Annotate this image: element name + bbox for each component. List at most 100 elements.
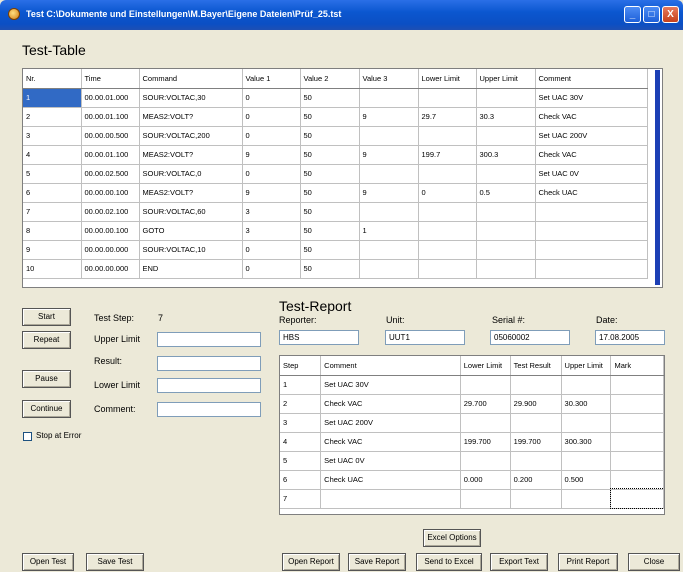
- table-cell[interactable]: 50: [300, 145, 360, 165]
- table-cell[interactable]: 29.7: [418, 107, 477, 127]
- table-cell[interactable]: 199.700: [460, 432, 511, 452]
- table-cell[interactable]: 1: [359, 221, 419, 241]
- table-row[interactable]: 1 Set UAC 30V: [280, 375, 664, 395]
- table-cell[interactable]: Set UAC 30V: [535, 88, 648, 108]
- table-cell[interactable]: 300.300: [561, 432, 612, 452]
- table-cell[interactable]: 0: [242, 126, 301, 146]
- table-cell[interactable]: Set UAC 0V: [320, 451, 461, 471]
- table-cell[interactable]: 9: [242, 183, 301, 203]
- table-cell[interactable]: [510, 375, 562, 395]
- table-cell[interactable]: 00.00.00.100: [81, 183, 140, 203]
- table-cell[interactable]: 0: [242, 259, 301, 279]
- table-cell[interactable]: [561, 413, 612, 433]
- excel-options-button[interactable]: Excel Options: [423, 529, 481, 547]
- table-cell[interactable]: Check VAC: [535, 145, 648, 165]
- table-cell[interactable]: [460, 489, 511, 509]
- table-cell[interactable]: [609, 488, 664, 509]
- column-header[interactable]: Command: [139, 69, 243, 89]
- table-cell[interactable]: [359, 240, 419, 260]
- comment-field[interactable]: [157, 402, 261, 417]
- table-cell[interactable]: 199.7: [418, 145, 477, 165]
- title-bar[interactable]: Test C:\Dokumente und Einstellungen\M.Ba…: [0, 0, 683, 30]
- table-cell[interactable]: 2: [280, 394, 322, 414]
- table-cell[interactable]: 0: [242, 164, 301, 184]
- table-cell[interactable]: Set UAC 0V: [535, 164, 648, 184]
- table-cell[interactable]: [510, 451, 562, 471]
- table-cell[interactable]: [610, 470, 664, 490]
- table-cell[interactable]: Check UAC: [320, 470, 461, 490]
- column-header[interactable]: Mark: [610, 356, 664, 376]
- table-cell[interactable]: 9: [23, 240, 82, 260]
- table-row[interactable]: 5 Set UAC 0V: [280, 451, 664, 471]
- table-cell[interactable]: [535, 202, 648, 222]
- table-row[interactable]: 7: [280, 488, 664, 509]
- table-cell[interactable]: [418, 259, 477, 279]
- table-cell[interactable]: 50: [300, 88, 360, 108]
- table-cell[interactable]: [610, 451, 664, 471]
- table-cell[interactable]: [561, 451, 612, 471]
- column-header[interactable]: Value 3: [359, 69, 419, 89]
- upper-limit-field[interactable]: [157, 332, 261, 347]
- stop-at-error-checkbox[interactable]: [23, 432, 32, 441]
- open-report-button[interactable]: Open Report: [282, 553, 340, 571]
- result-field[interactable]: [157, 356, 261, 371]
- table-cell[interactable]: 6: [280, 470, 322, 490]
- table-cell[interactable]: 0.200: [510, 470, 562, 490]
- close-button[interactable]: Close: [628, 553, 680, 571]
- table-cell[interactable]: Check VAC: [320, 432, 461, 452]
- table-cell[interactable]: [418, 240, 477, 260]
- table-cell[interactable]: MEAS2:VOLT?: [139, 145, 243, 165]
- table-cell[interactable]: 30.3: [476, 107, 536, 127]
- table-cell[interactable]: Set UAC 200V: [320, 413, 461, 433]
- table-cell[interactable]: [476, 221, 536, 241]
- table-row[interactable]: 5 00.00.02.500 SOUR:VOLTAC,0 0 50 Set UAC 0V: [23, 164, 648, 184]
- table-row[interactable]: 4 Check VAC 199.700 199.700 300.300: [280, 432, 664, 452]
- export-text-button[interactable]: Export Text: [490, 553, 548, 571]
- column-header[interactable]: Nr.: [23, 69, 82, 89]
- close-window-button[interactable]: X: [662, 6, 679, 23]
- table-cell[interactable]: 0.5: [476, 183, 536, 203]
- table-row[interactable]: 3 Set UAC 200V: [280, 413, 664, 433]
- table-cell[interactable]: 50: [300, 202, 360, 222]
- table-cell[interactable]: [476, 164, 536, 184]
- app-icon[interactable]: [8, 8, 20, 20]
- table-cell[interactable]: [510, 413, 562, 433]
- table-cell[interactable]: 29.900: [510, 394, 562, 414]
- start-button[interactable]: Start: [22, 308, 71, 326]
- table-cell[interactable]: 50: [300, 221, 360, 241]
- table-cell[interactable]: SOUR:VOLTAC,30: [139, 88, 243, 108]
- table-cell[interactable]: [476, 88, 536, 108]
- unit-field[interactable]: UUT1: [385, 330, 465, 345]
- table-cell[interactable]: 0.000: [460, 470, 511, 490]
- table-cell[interactable]: 3: [242, 221, 301, 241]
- table-cell[interactable]: [476, 202, 536, 222]
- test-table-grid[interactable]: Nr. Time Command Value 1 Value 2 Value 3 Lower…: [22, 68, 663, 288]
- table-cell[interactable]: 00.00.02.100: [81, 202, 140, 222]
- table-cell[interactable]: END: [139, 259, 243, 279]
- table-cell[interactable]: [418, 202, 477, 222]
- table-cell[interactable]: [418, 126, 477, 146]
- table-cell[interactable]: [535, 259, 648, 279]
- lower-limit-field[interactable]: [157, 378, 261, 393]
- table-row[interactable]: 6 Check UAC 0.000 0.200 0.500: [280, 470, 664, 490]
- print-report-button[interactable]: Print Report: [558, 553, 618, 571]
- table-cell[interactable]: 50: [300, 183, 360, 203]
- table-cell[interactable]: [460, 375, 511, 395]
- table-cell[interactable]: SOUR:VOLTAC,0: [139, 164, 243, 184]
- table-cell[interactable]: Set UAC 30V: [320, 375, 461, 395]
- table-row[interactable]: 3 00.00.00.500 SOUR:VOLTAC,200 0 50 Set UAC 2…: [23, 126, 648, 146]
- table-cell[interactable]: 7: [23, 202, 82, 222]
- table-cell[interactable]: 9: [242, 145, 301, 165]
- table-cell[interactable]: 5: [280, 451, 322, 471]
- test-table-scrollbar[interactable]: [655, 70, 660, 285]
- table-cell[interactable]: [610, 394, 664, 414]
- table-cell[interactable]: 4: [23, 145, 82, 165]
- table-cell[interactable]: [476, 240, 536, 260]
- column-header[interactable]: Lower Limit: [418, 69, 477, 89]
- column-header[interactable]: Test Result: [510, 356, 562, 376]
- save-report-button[interactable]: Save Report: [348, 553, 406, 571]
- continue-button[interactable]: Continue: [22, 400, 71, 418]
- table-row[interactable]: 8 00.00.00.100 GOTO 3 50 1: [23, 221, 648, 241]
- column-header[interactable]: Comment: [320, 356, 461, 376]
- table-row[interactable]: 9 00.00.00.000 SOUR:VOLTAC,10 0 50: [23, 240, 648, 260]
